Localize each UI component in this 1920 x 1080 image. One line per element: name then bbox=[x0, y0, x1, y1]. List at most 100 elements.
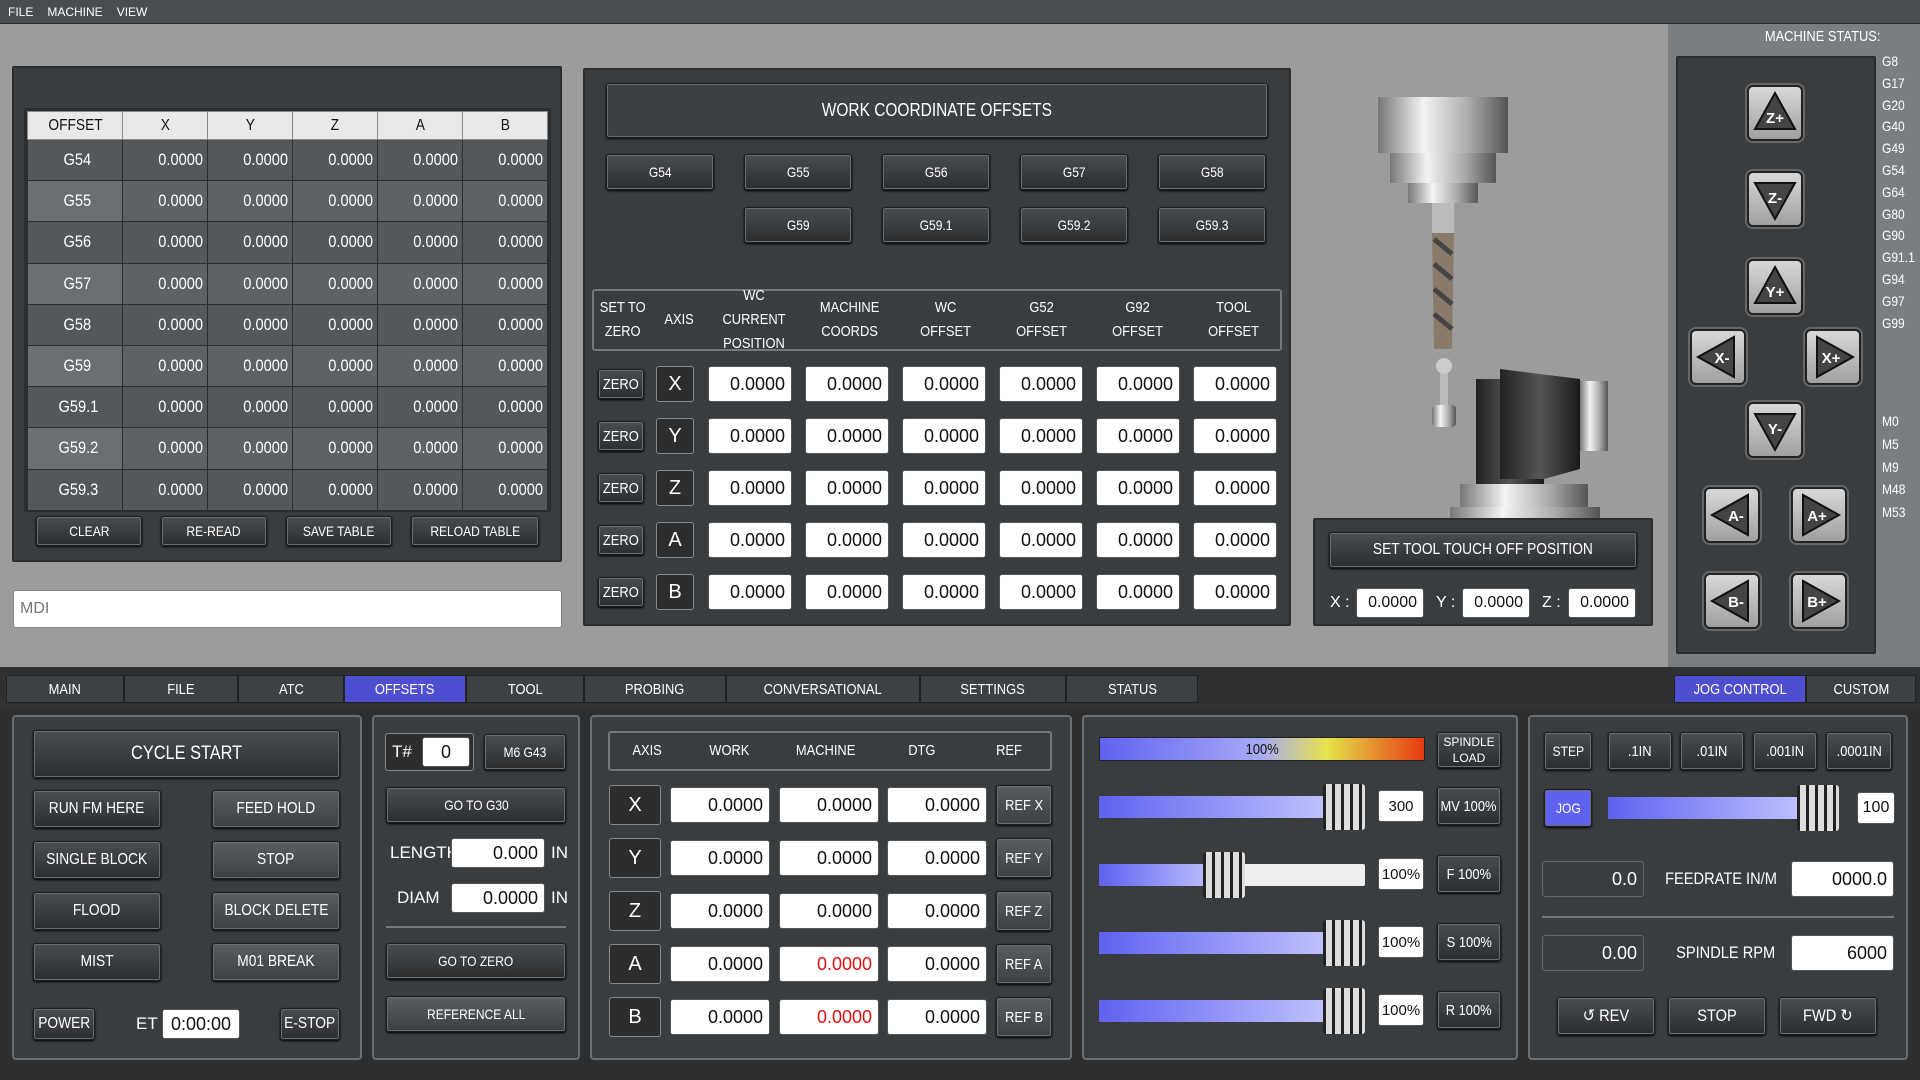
jog-y-minus-button[interactable]: Y- bbox=[1747, 402, 1803, 458]
tab-conversational[interactable]: CONVERSATIONAL bbox=[726, 675, 920, 703]
touch-x-field[interactable]: 0.0000 bbox=[1356, 588, 1424, 618]
jog-b-minus-button[interactable]: B- bbox=[1704, 573, 1760, 629]
zero-a-button[interactable]: ZERO bbox=[598, 525, 644, 555]
wco-x-value-4[interactable]: 0.0000 bbox=[1096, 366, 1180, 402]
table-cell[interactable]: 0.0000 bbox=[122, 221, 209, 264]
table-cell[interactable]: 0.0000 bbox=[292, 262, 379, 305]
jog-y-plus-button[interactable]: Y+ bbox=[1747, 259, 1803, 315]
table-cell[interactable]: 0.0000 bbox=[377, 386, 464, 429]
wco-a-value-4[interactable]: 0.0000 bbox=[1096, 522, 1180, 558]
power-button[interactable]: POWER bbox=[33, 1008, 95, 1040]
table-cell[interactable]: 0.0000 bbox=[462, 344, 548, 388]
table-cell[interactable]: G59.2 bbox=[26, 427, 124, 470]
table-cell[interactable]: 0.0000 bbox=[462, 468, 548, 511]
table-cell[interactable]: 0.0000 bbox=[462, 262, 548, 305]
tab-tool[interactable]: TOOL bbox=[466, 675, 584, 703]
table-cell[interactable]: 0.0000 bbox=[292, 303, 379, 346]
cycle-feed-hold-button[interactable]: FEED HOLD bbox=[212, 790, 340, 828]
table-cell[interactable]: G59 bbox=[26, 344, 124, 388]
cycle-flood-button[interactable]: FLOOD bbox=[33, 892, 161, 930]
spindle-stop-button[interactable]: STOP bbox=[1668, 997, 1766, 1035]
table-cell[interactable]: 0.0000 bbox=[292, 427, 379, 470]
override-slider-thumb-0[interactable] bbox=[1322, 784, 1365, 830]
zero-x-button[interactable]: ZERO bbox=[598, 369, 644, 399]
table-cell[interactable]: 0.0000 bbox=[122, 180, 209, 223]
table-cell[interactable]: 0.0000 bbox=[292, 386, 379, 429]
table-cell[interactable]: 0.0000 bbox=[462, 386, 548, 429]
table-cell[interactable]: 0.0000 bbox=[207, 344, 294, 388]
menu-machine[interactable]: MACHINE bbox=[47, 5, 102, 19]
spindle-fwd-button[interactable]: FWD ↻ bbox=[1779, 997, 1877, 1035]
table-cell[interactable]: 0.0000 bbox=[207, 180, 294, 223]
wco-x-value-3[interactable]: 0.0000 bbox=[999, 366, 1083, 402]
table-cell[interactable]: 0.0000 bbox=[292, 138, 379, 182]
jog-button[interactable]: JOG bbox=[1544, 789, 1592, 827]
ref-x-button[interactable]: REF X bbox=[996, 785, 1052, 825]
increment-3-button[interactable]: .0001IN bbox=[1826, 732, 1892, 770]
table-cell[interactable]: 0.0000 bbox=[462, 180, 548, 223]
override-reset-button-0[interactable]: MV 100% bbox=[1437, 787, 1501, 825]
ref-y-button[interactable]: REF Y bbox=[996, 838, 1052, 878]
wco-a-value-1[interactable]: 0.0000 bbox=[805, 522, 889, 558]
cycle-block-delete-button[interactable]: BLOCK DELETE bbox=[212, 892, 340, 930]
touch-z-field[interactable]: 0.0000 bbox=[1568, 588, 1636, 618]
table-cell[interactable]: G57 bbox=[26, 262, 124, 305]
table-cell[interactable]: 0.0000 bbox=[122, 344, 209, 388]
wco-y-value-0[interactable]: 0.0000 bbox=[708, 418, 792, 454]
cycle-single-block-button[interactable]: SINGLE BLOCK bbox=[33, 841, 161, 879]
override-reset-button-3[interactable]: R 100% bbox=[1437, 991, 1501, 1029]
go-to-zero-button[interactable]: GO TO ZERO bbox=[386, 943, 566, 979]
dro-a-work[interactable]: 0.0000 bbox=[670, 946, 770, 982]
cycle-m01-break-button[interactable]: M01 BREAK bbox=[212, 943, 340, 981]
table-cell[interactable]: 0.0000 bbox=[207, 386, 294, 429]
mdi-input[interactable] bbox=[13, 590, 562, 628]
table-cell[interactable]: 0.0000 bbox=[377, 221, 464, 264]
ref-a-button[interactable]: REF A bbox=[996, 944, 1052, 984]
zero-z-button[interactable]: ZERO bbox=[598, 473, 644, 503]
table-cell[interactable]: 0.0000 bbox=[122, 303, 209, 346]
offset-reload-table-button[interactable]: RELOAD TABLE bbox=[411, 516, 539, 546]
tab-main[interactable]: MAIN bbox=[6, 675, 124, 703]
table-cell[interactable]: 0.0000 bbox=[377, 427, 464, 470]
wco-y-value-2[interactable]: 0.0000 bbox=[902, 418, 986, 454]
table-cell[interactable]: G59.1 bbox=[26, 386, 124, 429]
table-cell[interactable]: G59.3 bbox=[26, 468, 124, 511]
wco-z-value-5[interactable]: 0.0000 bbox=[1193, 470, 1277, 506]
wco-b-value-2[interactable]: 0.0000 bbox=[902, 574, 986, 610]
table-cell[interactable]: 0.0000 bbox=[377, 180, 464, 223]
increment-0-button[interactable]: .1IN bbox=[1608, 732, 1672, 770]
wco-x-value-2[interactable]: 0.0000 bbox=[902, 366, 986, 402]
touch-y-field[interactable]: 0.0000 bbox=[1462, 588, 1530, 618]
wco-g59-1-button[interactable]: G59.1 bbox=[882, 207, 990, 243]
jog-rate-field[interactable]: 100 bbox=[1857, 792, 1895, 824]
cycle-stop-button[interactable]: STOP bbox=[212, 841, 340, 879]
table-cell[interactable]: 0.0000 bbox=[377, 262, 464, 305]
wco-z-value-4[interactable]: 0.0000 bbox=[1096, 470, 1180, 506]
override-slider-thumb-1[interactable] bbox=[1203, 852, 1246, 898]
table-cell[interactable]: 0.0000 bbox=[207, 138, 294, 182]
wco-g54-button[interactable]: G54 bbox=[606, 154, 714, 190]
override-value-1[interactable]: 100% bbox=[1378, 858, 1424, 890]
wco-b-value-5[interactable]: 0.0000 bbox=[1193, 574, 1277, 610]
dro-y-work[interactable]: 0.0000 bbox=[670, 840, 770, 876]
wco-y-value-3[interactable]: 0.0000 bbox=[999, 418, 1083, 454]
jog-z-plus-button[interactable]: Z+ bbox=[1747, 85, 1803, 141]
m6-g43-button[interactable]: M6 G43 bbox=[484, 734, 566, 770]
wco-g59-3-button[interactable]: G59.3 bbox=[1158, 207, 1266, 243]
table-cell[interactable]: 0.0000 bbox=[207, 262, 294, 305]
menu-file[interactable]: FILE bbox=[8, 5, 33, 19]
jog-x-minus-button[interactable]: X- bbox=[1690, 329, 1746, 385]
table-cell[interactable]: 0.0000 bbox=[462, 303, 548, 346]
wco-x-value-1[interactable]: 0.0000 bbox=[805, 366, 889, 402]
override-reset-button-1[interactable]: F 100% bbox=[1437, 855, 1501, 893]
wco-a-value-2[interactable]: 0.0000 bbox=[902, 522, 986, 558]
zero-y-button[interactable]: ZERO bbox=[598, 421, 644, 451]
wco-b-value-0[interactable]: 0.0000 bbox=[708, 574, 792, 610]
override-slider-thumb-2[interactable] bbox=[1322, 920, 1365, 966]
table-cell[interactable]: G56 bbox=[26, 221, 124, 264]
increment-1-button[interactable]: .01IN bbox=[1680, 732, 1744, 770]
wco-y-value-1[interactable]: 0.0000 bbox=[805, 418, 889, 454]
spindle-rev-button[interactable]: ↺ REV bbox=[1557, 997, 1655, 1035]
override-value-2[interactable]: 100% bbox=[1378, 926, 1424, 958]
wco-g57-button[interactable]: G57 bbox=[1020, 154, 1128, 190]
